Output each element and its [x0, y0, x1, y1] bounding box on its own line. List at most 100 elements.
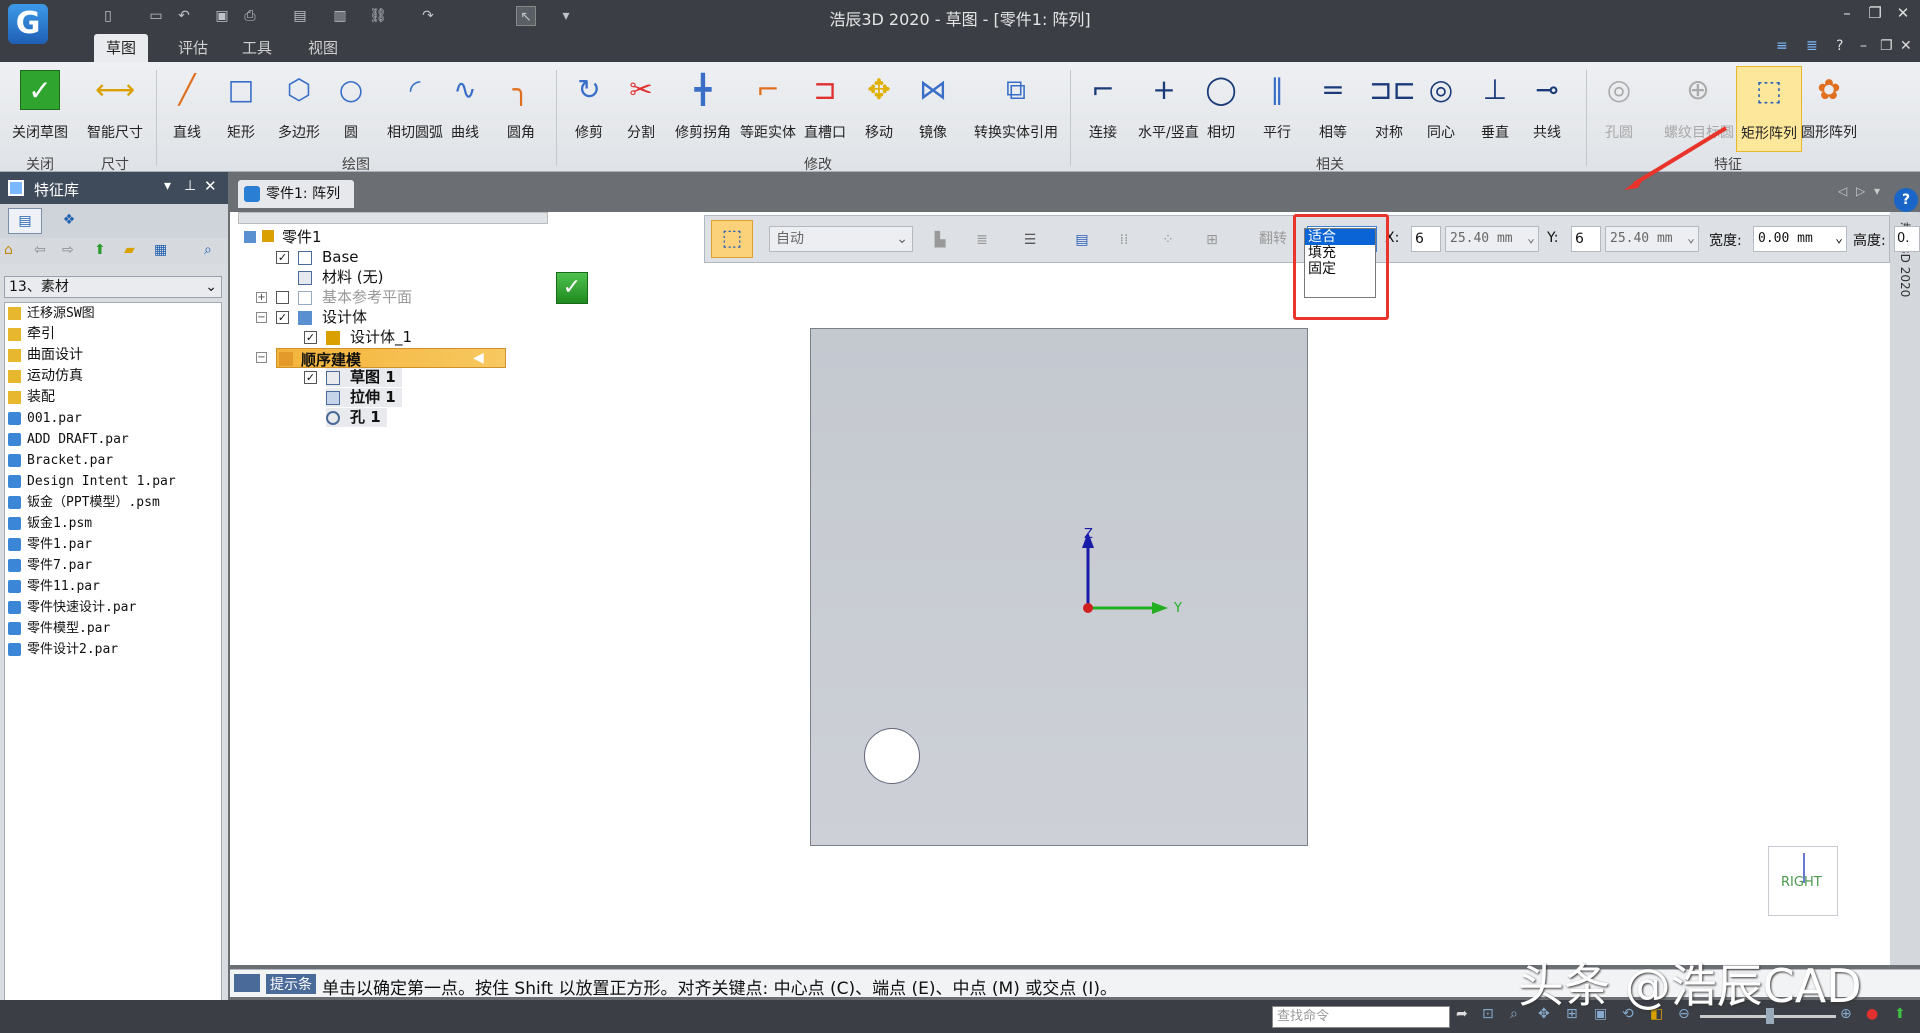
list-item[interactable]: 运动仿真	[5, 366, 221, 387]
ribbon-button-trim-corner[interactable]: ╋ 修剪拐角	[674, 66, 732, 152]
app-logo-icon[interactable]: G	[8, 4, 48, 44]
tree-item-design-body-1[interactable]: 设计体_1	[326, 328, 412, 347]
tab-view[interactable]: 视图	[296, 34, 350, 62]
tree-item-design-bodies[interactable]: 设计体	[298, 308, 367, 327]
base-checkbox[interactable]: ✓	[276, 251, 289, 264]
ribbon-button-equal[interactable]: = 相等	[1312, 66, 1354, 152]
library-view-icon[interactable]: ▤	[8, 208, 42, 234]
tree-item-sketch[interactable]: 草图 1	[326, 368, 402, 387]
tab-sketch[interactable]: 草图	[94, 34, 149, 62]
ribbon-button-circle[interactable]: ○ 圆	[330, 66, 372, 152]
upload-icon[interactable]: ⬆	[1894, 1006, 1906, 1022]
flip-button[interactable]: 翻转	[1259, 228, 1287, 248]
folder-combo[interactable]: 13、素材 ⌄	[4, 276, 222, 298]
panel-menu-icon[interactable]: ▾	[164, 178, 171, 194]
collapse-sequence-icon[interactable]: −	[256, 352, 267, 363]
tree-item-sequence[interactable]: 顺序建模 ◀	[276, 348, 506, 369]
mode-select[interactable]: 自动 ⌄	[769, 226, 913, 252]
list-item[interactable]: 钣金（PPT模型）.psm	[5, 492, 221, 513]
list-item[interactable]: Design Intent 1.par	[5, 471, 221, 492]
ribbon-button-dimension[interactable]: ⟷ 智能尺寸	[84, 66, 146, 152]
panel-close-icon[interactable]: ✕	[204, 177, 217, 195]
list-item[interactable]: 牵引	[5, 324, 221, 345]
y-count-input[interactable]: 6	[1571, 226, 1601, 252]
width-input[interactable]: 0.00 mm ⌄	[1753, 226, 1847, 252]
ribbon-button-connect[interactable]: ⌐ 连接	[1082, 66, 1124, 152]
ribbon-layout-icon[interactable]: ≣	[1806, 38, 1818, 54]
list-item[interactable]: 001.par	[5, 408, 221, 429]
rect-pattern-mode-icon[interactable]: ⬚	[711, 220, 753, 258]
x-spacing-input[interactable]: 25.40 mm ⌄	[1445, 226, 1539, 252]
tree-item-base[interactable]: Base	[298, 248, 359, 267]
ribbon-button-rect-pattern[interactable]: ⬚ 矩形阵列	[1736, 66, 1802, 152]
tree-root[interactable]: 零件1	[244, 228, 322, 247]
design-body-1-checkbox[interactable]: ✓	[304, 331, 317, 344]
spacing-option-icon[interactable]: ≣	[967, 226, 997, 254]
list-item[interactable]: 钣金1.psm	[5, 513, 221, 534]
list-item[interactable]: 装配	[5, 387, 221, 408]
ribbon-button-symmetric[interactable]: ⊐⊏ 对称	[1368, 66, 1416, 152]
close-window-icon[interactable]: ✕	[1892, 4, 1914, 26]
ribbon-button-collinear[interactable]: ⊸ 共线	[1526, 66, 1568, 152]
tab-evaluate[interactable]: 评估	[166, 34, 220, 62]
ribbon-button-concentric[interactable]: ◎ 同心	[1420, 66, 1462, 152]
list-item[interactable]: 零件模型.par	[5, 618, 221, 639]
pin-icon[interactable]: ⊥	[184, 178, 196, 194]
view-mode-icon[interactable]: ▦	[154, 242, 167, 258]
stagger-icon[interactable]: ⁘	[1153, 226, 1183, 254]
element-list-icon[interactable]: ▤	[1067, 226, 1097, 254]
lock-icon[interactable]: ▙	[925, 226, 955, 254]
style-lines-icon[interactable]: ☰	[1015, 226, 1045, 254]
expand-ref-planes-icon[interactable]: +	[256, 292, 267, 303]
list-item[interactable]: 零件7.par	[5, 555, 221, 576]
ribbon-option-icon[interactable]: ≡	[1776, 38, 1788, 54]
ribbon-button-rectangle[interactable]: □ 矩形	[220, 66, 262, 152]
forward-icon[interactable]: ⇨	[62, 242, 74, 258]
document-tab[interactable]: 零件1: 阵列	[238, 180, 354, 208]
ribbon-button-split[interactable]: ✂ 分割	[620, 66, 662, 152]
ribbon-button-polygon[interactable]: ⬡ 多边形	[274, 66, 324, 152]
fit-view-icon[interactable]: ⊡	[1482, 1006, 1494, 1022]
ribbon-button-curve[interactable]: ∿ 曲线	[444, 66, 486, 152]
save-icon[interactable]: ▣	[212, 6, 232, 26]
ribbon-button-trim[interactable]: ↻ 修剪	[566, 66, 612, 152]
select-tool-icon[interactable]: ↖	[516, 6, 536, 26]
ribbon-button-parallel[interactable]: ∥ 平行	[1256, 66, 1298, 152]
suppress-icon[interactable]: ⊞	[1197, 226, 1227, 254]
new-icon[interactable]: ▯	[98, 6, 118, 26]
collapse-design-bodies-icon[interactable]: −	[256, 312, 267, 323]
tree-item-material[interactable]: 材料 (无)	[298, 268, 383, 287]
doc-restore-icon[interactable]: ❐	[1880, 38, 1893, 54]
tab-scroll-right-icon[interactable]: ▷	[1856, 184, 1865, 198]
ribbon-button-offset[interactable]: ⌐ 等距实体	[738, 66, 798, 152]
y-spacing-input[interactable]: 25.40 mm ⌄	[1605, 226, 1699, 252]
doc-close-icon[interactable]: ✕	[1900, 38, 1912, 54]
quick-access-dropdown-icon[interactable]: ▾	[556, 6, 576, 26]
ribbon-button-tangent[interactable]: ◯ 相切	[1200, 66, 1242, 152]
list-item[interactable]: 曲面设计	[5, 345, 221, 366]
up-folder-icon[interactable]: ⬆	[94, 242, 106, 258]
zoom-icon[interactable]: ⌕	[1510, 1006, 1518, 1022]
restore-icon[interactable]: ❐	[1864, 4, 1886, 26]
minimize-icon[interactable]: –	[1836, 4, 1858, 26]
rollback-marker-icon[interactable]: ◀	[473, 350, 484, 366]
tree-item-extrude[interactable]: 拉伸 1	[326, 388, 402, 407]
redo-icon[interactable]: ↷	[418, 6, 438, 26]
list-item[interactable]: ADD DRAFT.par	[5, 429, 221, 450]
tab-list-icon[interactable]: ▾	[1874, 184, 1880, 198]
list-item[interactable]: 零件设计2.par	[5, 639, 221, 660]
doc-minimize-icon[interactable]: –	[1860, 38, 1867, 54]
ribbon-button-line[interactable]: ╱ 直线	[166, 66, 208, 152]
tab-scroll-left-icon[interactable]: ◁	[1838, 184, 1847, 198]
help-icon[interactable]: ?	[1894, 188, 1918, 212]
print-icon[interactable]: ⎙	[240, 6, 260, 26]
tab-tools[interactable]: 工具	[230, 34, 284, 62]
link-icon[interactable]: ⛓	[368, 6, 388, 26]
ribbon-button-perpendicular[interactable]: ⊥ 垂直	[1474, 66, 1516, 152]
command-search-input[interactable]: 查找命令	[1272, 1006, 1450, 1028]
ribbon-button-horizontal-vertical[interactable]: + 水平/竖直	[1138, 66, 1199, 152]
list-item[interactable]: 迁移源SW图	[5, 303, 221, 324]
help-small-icon[interactable]: ?	[1836, 38, 1843, 54]
list-item[interactable]: 零件11.par	[5, 576, 221, 597]
library-tree-icon[interactable]: ❖	[56, 208, 82, 234]
